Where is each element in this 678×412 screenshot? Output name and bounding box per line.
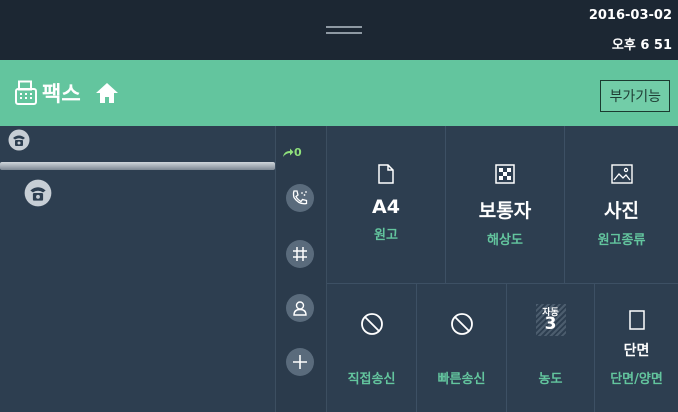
tool-column: 0 [275,126,327,412]
options-grid: A4 원고 보통자 해상도 사진 원고종류 직접송신 빠른송신 자동 3 농도 … [327,126,678,412]
time-label: 오후 6 51 [611,38,672,53]
duplex-option[interactable]: 단면 단면/양면 [595,284,678,412]
quick-send-option[interactable]: 빠른송신 [417,284,507,412]
header-bar: 팩스 부가기능 [0,60,678,126]
hash-icon [293,247,307,261]
density-icon: 자동 3 [535,304,566,336]
page-icon [628,310,645,330]
document-icon [378,164,394,184]
status-bar: 2016-03-02 오후 6 51 [0,0,678,60]
option-value: 단면 [623,343,650,359]
option-label: 단면/양면 [610,372,663,387]
destination-panel[interactable] [0,126,275,412]
option-label: 원고 [374,228,398,243]
option-label: 원고종류 [597,233,646,248]
density-option[interactable]: 자동 3 농도 [507,284,595,412]
option-value: 사진 [604,200,639,222]
phone-dots-icon [292,190,308,205]
person-icon [293,301,307,316]
option-label: 해상도 [487,233,523,248]
redial-arrow-icon [283,148,294,157]
phone-icon[interactable] [24,179,52,211]
extra-functions-button[interactable]: 부가기능 [600,80,670,112]
fax-icon [14,80,38,106]
direct-send-option[interactable]: 직접송신 [327,284,417,412]
page-title-group: 팩스 [14,78,119,108]
option-value: A4 [372,196,400,218]
destination-divider [0,162,275,170]
home-icon[interactable] [95,82,119,104]
resolution-icon [495,164,515,184]
page-title: 팩스 [42,82,81,106]
redial-count: 0 [294,146,302,159]
option-label: 농도 [538,372,563,387]
date-label: 2016-03-02 [588,8,672,23]
drag-handle[interactable] [326,26,362,34]
call-log-button[interactable] [286,184,314,212]
image-icon [610,164,633,184]
disabled-icon [450,312,474,336]
contacts-button[interactable] [286,294,314,322]
original-size-option[interactable]: A4 원고 [327,126,446,284]
number-pad-button[interactable] [286,240,314,268]
document-type-option[interactable]: 사진 원고종류 [565,126,678,284]
option-label: 직접송신 [347,372,396,387]
phone-icon[interactable] [8,129,30,155]
density-value: 3 [544,314,557,334]
option-value: 보통자 [478,200,532,222]
option-label: 빠른송신 [437,372,486,387]
add-destination-button[interactable] [286,348,314,376]
disabled-icon [360,312,384,336]
redial-indicator[interactable]: 0 [282,146,302,159]
plus-icon [293,355,307,369]
resolution-option[interactable]: 보통자 해상도 [446,126,565,284]
